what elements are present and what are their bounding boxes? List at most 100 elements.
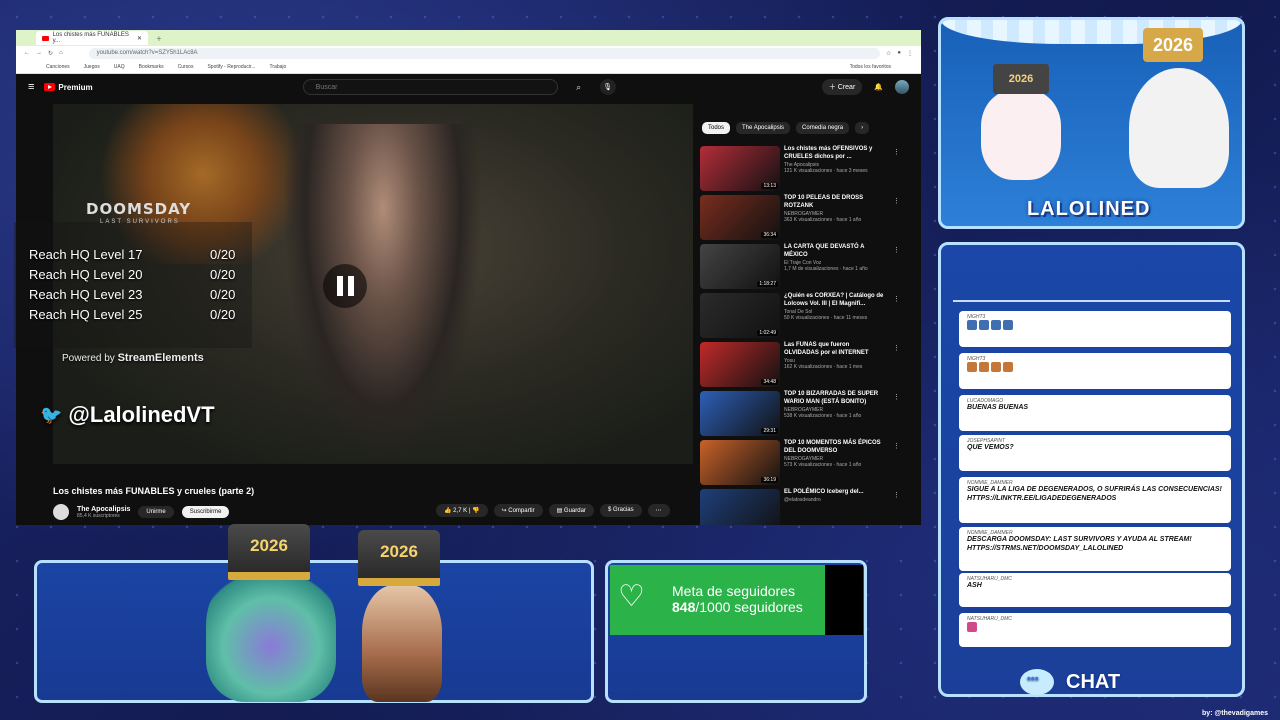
- create-button[interactable]: ＋ Crear: [821, 79, 863, 95]
- filter-chips: Todos The Apocalipsis Comedia negra ›: [702, 122, 870, 134]
- chat-emote-icon: [967, 362, 977, 372]
- bookmark-item[interactable]: UAQ: [114, 64, 125, 70]
- more-actions-icon[interactable]: ⋯: [647, 504, 670, 517]
- video-title[interactable]: Los chistes más OFENSIVOS y CRUELES dich…: [784, 146, 884, 162]
- forward-icon[interactable]: →: [36, 50, 42, 56]
- channel-name[interactable]: The Apocalipsis: [77, 506, 130, 513]
- more-options-icon[interactable]: ⋮: [893, 491, 900, 499]
- account-avatar[interactable]: [895, 80, 909, 94]
- more-options-icon[interactable]: ⋮: [893, 344, 900, 352]
- bookmark-item[interactable]: Canciones: [46, 64, 70, 70]
- browser-menu-icon[interactable]: ⋮: [907, 50, 913, 57]
- youtube-logo[interactable]: Premium: [44, 82, 93, 92]
- thanks-button[interactable]: $ Gracias: [599, 504, 642, 517]
- video-title[interactable]: LA CARTA QUE DEVASTÓ A MÉXICO: [784, 244, 884, 260]
- video-thumbnail[interactable]: 13:13: [700, 146, 780, 191]
- reload-icon[interactable]: ↻: [48, 50, 53, 57]
- video-thumbnail[interactable]: 34:48: [700, 342, 780, 387]
- subscribe-button[interactable]: Suscribirme: [181, 506, 230, 518]
- video-thumbnail[interactable]: 36:19: [700, 440, 780, 485]
- video-title[interactable]: EL POLÉMICO Iceberg del...: [784, 489, 884, 497]
- hamburger-menu-icon[interactable]: ≡: [28, 81, 34, 93]
- objective-progress: 0/20: [210, 307, 236, 322]
- goal-current: 848: [672, 599, 696, 615]
- chat-message: NIGHT3: [959, 311, 1231, 347]
- brown-hair-avatar: [362, 585, 442, 702]
- url-field[interactable]: youtube.com/watch?v=SZY5h1LAc8A: [88, 47, 880, 59]
- recommended-video[interactable]: 13:13 Los chistes más OFENSIVOS y CRUELES…: [700, 146, 900, 195]
- browser-tab[interactable]: Los chistes más FUNABLES y... ✕: [36, 31, 148, 45]
- channel-subscribers: 85,4 K suscriptores: [77, 512, 120, 519]
- video-title[interactable]: TOP 10 BIZARRADAS DE SUPER WARIO MAN (ES…: [784, 391, 884, 407]
- search-input[interactable]: Buscar: [302, 79, 558, 95]
- recommended-video[interactable]: 36:34 TOP 10 PELEAS DE DROSS ROTZANK NEBRO…: [700, 195, 900, 244]
- like-button[interactable]: 👍 2,7 K | 👎: [436, 504, 488, 517]
- bookmark-item[interactable]: Trabajo: [270, 64, 287, 70]
- notifications-bell-icon[interactable]: 🔔: [874, 83, 883, 91]
- close-tab-icon[interactable]: ✕: [137, 35, 142, 42]
- more-options-icon[interactable]: ⋮: [893, 393, 900, 401]
- home-icon[interactable]: ⌂: [59, 50, 63, 56]
- chat-text: [967, 320, 1223, 331]
- bookmark-item[interactable]: Todos los favoritos: [850, 64, 891, 70]
- game-subtitle: LAST SURVIVORS: [100, 219, 180, 225]
- video-thumbnail[interactable]: 1:02:49: [700, 293, 780, 338]
- more-options-icon[interactable]: ⋮: [893, 197, 900, 205]
- heart-icon: ♡: [618, 580, 645, 613]
- objective-label: Reach HQ Level 20: [29, 267, 143, 282]
- video-title[interactable]: TOP 10 PELEAS DE DROSS ROTZANK: [784, 195, 884, 211]
- bookmark-item[interactable]: Juegos: [84, 64, 100, 70]
- chat-message: NOMMIE_DAMMER DESCARGA DOOMSDAY: LAST SUR…: [959, 527, 1231, 571]
- chat-emote-icon: [967, 622, 977, 632]
- create-label: Crear: [837, 84, 856, 91]
- recommended-video[interactable]: 1:18:27 LA CARTA QUE DEVASTÓ A MÉXICO El T…: [700, 244, 900, 293]
- chat-text-content: QUE VEMOS?: [967, 444, 1014, 451]
- more-options-icon[interactable]: ⋮: [893, 295, 900, 303]
- channel-avatar[interactable]: [53, 504, 69, 520]
- microphone-icon[interactable]: 🎙: [599, 79, 616, 95]
- video-meta: 538 K visualizaciones · hace 1 año: [784, 413, 862, 420]
- tab-bar: Los chistes más FUNABLES y... ✕ ＋: [16, 30, 921, 46]
- bookmark-item[interactable]: Bookmarks: [139, 64, 164, 70]
- more-options-icon[interactable]: ⋮: [893, 246, 900, 254]
- video-title[interactable]: Las FUNAS que fueron OLVIDADAS por el IN…: [784, 342, 884, 358]
- video-channel: @elatosdeandro: [784, 496, 821, 503]
- video-title[interactable]: ¿Quién es CORXEA? | Catálogo de Lolcows …: [784, 293, 884, 309]
- twitter-handle: 🐦 @LalolinedVT: [40, 402, 215, 428]
- bookmark-item[interactable]: Cursos: [178, 64, 194, 70]
- new-tab-icon[interactable]: ＋: [156, 34, 162, 43]
- join-button[interactable]: Unirme: [138, 506, 174, 518]
- recommended-video[interactable]: EL POLÉMICO Iceberg del... @elatosdeandro…: [700, 489, 900, 525]
- chat-message: NATSUHARU_DMC ASH: [959, 573, 1231, 607]
- recommended-video[interactable]: 29:31 TOP 10 BIZARRADAS DE SUPER WARIO MA…: [700, 391, 900, 440]
- recommended-video[interactable]: 34:48 Las FUNAS que fueron OLVIDADAS por …: [700, 342, 900, 391]
- filter-chip[interactable]: The Apocalipsis: [736, 122, 791, 134]
- share-button[interactable]: ↪ Compartir: [493, 504, 543, 517]
- premium-label: Premium: [58, 82, 93, 92]
- video-thumbnail[interactable]: [700, 489, 780, 525]
- follower-goal-widget: ♡ Meta de seguidores 848/1000 seguidores: [610, 565, 863, 635]
- chips-next-icon[interactable]: ›: [855, 122, 870, 134]
- bookmark-item[interactable]: Spotify - Reproducir...: [207, 64, 255, 70]
- search-icon[interactable]: ⌕: [568, 79, 590, 95]
- recommended-video[interactable]: 36:19 TOP 10 MOMENTOS MÁS ÉPICOS DEL DOOM…: [700, 440, 900, 489]
- filter-chip[interactable]: Todos: [702, 122, 731, 134]
- filter-chip[interactable]: Comedia negra: [796, 122, 850, 134]
- extension-icon[interactable]: ●: [897, 50, 901, 56]
- bookmark-star-icon[interactable]: ☆: [886, 50, 891, 57]
- hamster-character: 2026: [981, 64, 1061, 180]
- more-options-icon[interactable]: ⋮: [893, 148, 900, 156]
- channel-row: The Apocalipsis 85,4 K suscriptores Unir…: [53, 504, 230, 520]
- twitter-handle-text: @LalolinedVT: [68, 402, 215, 427]
- back-icon[interactable]: ←: [24, 50, 30, 56]
- chat-text: QUE VEMOS?: [967, 444, 1223, 453]
- more-options-icon[interactable]: ⋮: [893, 442, 900, 450]
- video-thumbnail[interactable]: 1:18:27: [700, 244, 780, 289]
- video-thumbnail[interactable]: 36:34: [700, 195, 780, 240]
- video-thumbnail[interactable]: 29:31: [700, 391, 780, 436]
- recommended-video[interactable]: 1:02:49 ¿Quién es CORXEA? | Catálogo de L…: [700, 293, 900, 342]
- video-title[interactable]: TOP 10 MOMENTOS MÁS ÉPICOS DEL DOOMVERSO: [784, 440, 884, 456]
- save-button[interactable]: ▤ Guardar: [548, 504, 594, 517]
- pause-icon[interactable]: [323, 264, 367, 308]
- chat-text-content: SIGUE A LA LIGA DE DEGENERADOS, O SUFRIR…: [967, 486, 1222, 502]
